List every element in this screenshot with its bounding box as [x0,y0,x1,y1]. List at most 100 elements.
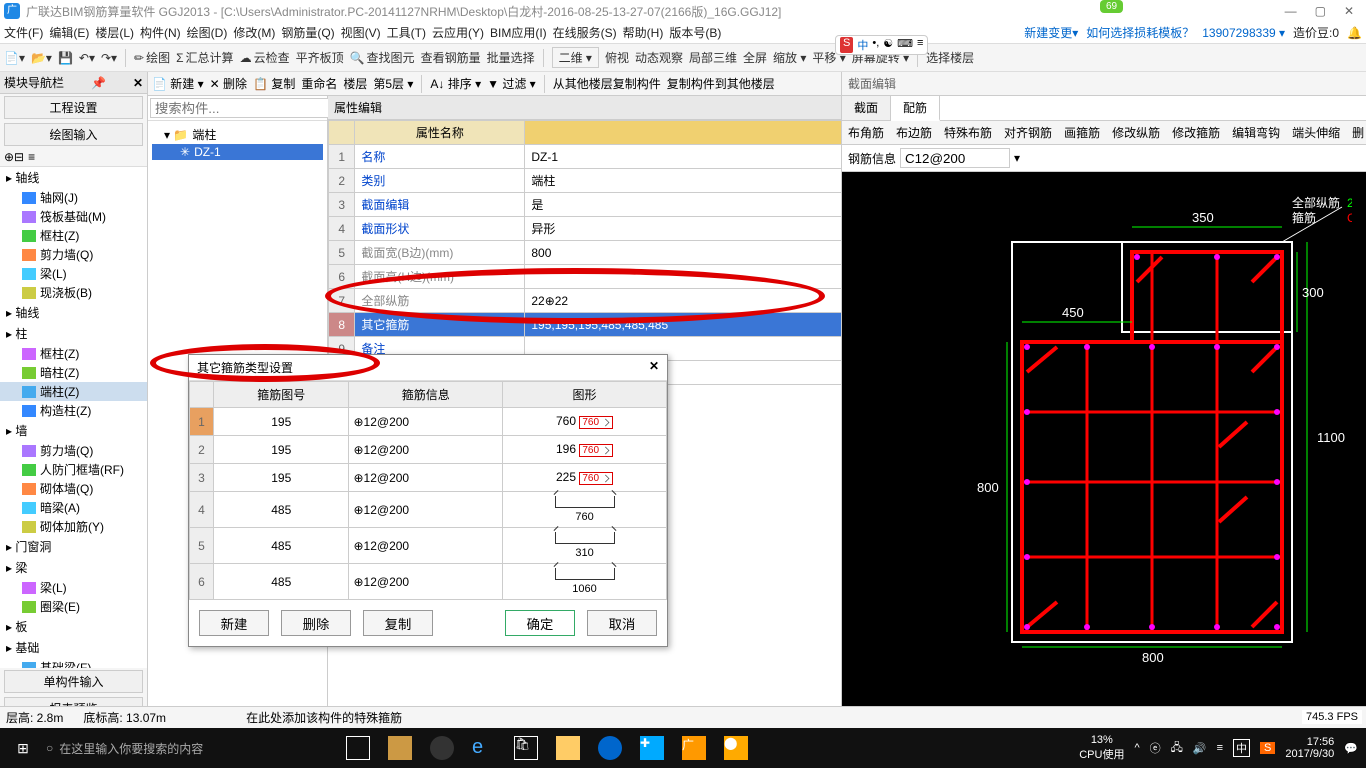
tray-ime-icon[interactable]: 中 [1233,739,1250,757]
open-icon[interactable]: 📂▾ [31,51,52,65]
batch-select-button[interactable]: 批量选择 [487,49,535,66]
new-change-button[interactable]: 新建变更▾ [1024,24,1078,41]
prop-row-name[interactable]: 名称 [355,145,525,169]
close-button[interactable]: ✕ [1344,4,1354,18]
section-canvas[interactable]: 350 300 450 800 1100 800 全部纵筋 箍筋 22⊕ C12… [842,172,1366,728]
tree-item[interactable]: 砌体加筋(Y) [0,517,147,536]
dialog-row-shape[interactable]: 225 760 [503,464,667,492]
section-toolbar-item[interactable]: 画箍筋 [1058,121,1106,144]
tree-group[interactable]: ▸ 轴线 [0,167,147,188]
tree2-root[interactable]: ▾ 📁 端柱 [152,125,323,144]
section-toolbar-item[interactable]: 布角筋 [842,121,890,144]
tray-e-icon[interactable]: ⓔ [1150,740,1161,756]
dialog-row-code[interactable]: 195 [214,464,349,492]
menu-draw[interactable]: 绘图(D) [187,24,228,41]
tree-item[interactable]: 剪力墙(Q) [0,245,147,264]
dialog-close-icon[interactable]: ✕ [649,359,659,376]
dialog-row-info[interactable]: ⊕12@200 [349,408,503,436]
sort-button[interactable]: A↓ 排序 ▾ [430,75,481,92]
dialog-row-info[interactable]: ⊕12@200 [349,464,503,492]
dialog-row-code[interactable]: 195 [214,436,349,464]
prop-row-name[interactable]: 截面编辑 [355,193,525,217]
start-button[interactable]: ⊞ [0,740,46,757]
tree-item[interactable]: 端柱(Z) [0,382,147,401]
tray-bat-icon[interactable]: ≡ [1217,742,1223,754]
nav-single-button[interactable]: 单构件输入 [4,670,143,693]
app5-icon[interactable]: 广 [682,736,706,760]
fullscreen-button[interactable]: 全屏 [743,49,767,66]
menu-cloud[interactable]: 云应用(Y) [432,24,484,41]
save-icon[interactable]: 💾 [58,51,73,65]
new-comp-button[interactable]: 📄 新建 ▾ [152,75,204,92]
menu-help[interactable]: 帮助(H) [623,24,664,41]
tree-item[interactable]: 现浇板(B) [0,283,147,302]
dialog-row-shape[interactable]: 310 [503,528,667,564]
menu-modify[interactable]: 修改(M) [233,24,275,41]
tree-item[interactable]: 框柱(Z) [0,226,147,245]
dynview-button[interactable]: 动态观察 [635,49,683,66]
tree-item[interactable]: 人防门框墙(RF) [0,460,147,479]
2d-dropdown[interactable]: 二维 ▾ [552,47,599,68]
dialog-cancel-button[interactable]: 取消 [587,610,657,636]
tray-s-icon[interactable]: S [1260,742,1275,754]
nav-close-icon[interactable]: ✕ [133,76,143,90]
tree-item[interactable]: 梁(L) [0,264,147,283]
topview-button[interactable]: 俯视 [605,49,629,66]
rebar-info-input[interactable] [900,148,1010,168]
tree-item[interactable]: 剪力墙(Q) [0,441,147,460]
tree-item[interactable]: 框柱(Z) [0,344,147,363]
dialog-delete-button[interactable]: 删除 [281,610,351,636]
menu-online[interactable]: 在线服务(S) [553,24,617,41]
menu-floor[interactable]: 楼层(L) [95,24,134,41]
notif-icon[interactable]: 💬 [1344,742,1358,755]
dialog-copy-button[interactable]: 复制 [363,610,433,636]
app4-icon[interactable]: ✚ [640,736,664,760]
menu-component[interactable]: 构件(N) [140,24,181,41]
tree-toggle-icon[interactable]: ⊕⊟ [4,150,24,164]
tree-group[interactable]: ▸ 基础 [0,637,147,658]
menu-bim[interactable]: BIM应用(I) [490,24,547,41]
dialog-row-code[interactable]: 485 [214,528,349,564]
tree-group[interactable]: ▸ 轴线 [0,302,147,323]
tree-item[interactable]: 梁(L) [0,578,147,597]
dialog-row-shape[interactable]: 196 760 [503,436,667,464]
tree-group[interactable]: ▸ 梁 [0,557,147,578]
taskbar-search[interactable]: 在这里输入你要搜索的内容 [59,740,203,757]
app6-icon[interactable]: ⬤ [724,736,748,760]
new-icon[interactable]: 📄▾ [4,51,25,65]
redo-icon[interactable]: ↷▾ [101,51,117,65]
sum-button[interactable]: Σ 汇总计算 [176,49,233,66]
copy-comp-button[interactable]: 📋 复制 [253,75,295,92]
select-floor-button[interactable]: 选择楼层 [926,49,974,66]
tray-vol-icon[interactable]: 🔊 [1193,742,1207,755]
menu-edit[interactable]: 编辑(E) [49,24,89,41]
explorer-icon[interactable] [556,736,580,760]
tree-group[interactable]: ▸ 墙 [0,420,147,441]
view-rebar-button[interactable]: 查看钢筋量 [421,49,481,66]
section-toolbar-item[interactable]: 编辑弯钩 [1226,121,1286,144]
rename-button[interactable]: 重命名 [301,75,337,92]
tree-item[interactable]: 基础梁(F) [0,658,147,668]
dialog-row-info[interactable]: ⊕12@200 [349,436,503,464]
dialog-row-info[interactable]: ⊕12@200 [349,528,503,564]
minimize-button[interactable]: — [1285,4,1297,18]
help-link[interactable]: 如何选择损耗模板？ [1086,24,1194,41]
section-toolbar-item[interactable]: 对齐钢筋 [998,121,1058,144]
tree-group[interactable]: ▸ 柱 [0,323,147,344]
tree-item[interactable]: 圈梁(E) [0,597,147,616]
taskview-icon[interactable] [346,736,370,760]
tree-group[interactable]: ▸ 门窗洞 [0,536,147,557]
dialog-row-shape[interactable]: 760 [503,492,667,528]
dialog-row-shape[interactable]: 760 760 [503,408,667,436]
section-toolbar-item[interactable]: 删 [1346,121,1366,144]
section-toolbar-item[interactable]: 布边筋 [890,121,938,144]
dialog-ok-button[interactable]: 确定 [505,610,575,636]
dialog-row-code[interactable]: 485 [214,492,349,528]
phone-label[interactable]: 13907298339 ▾ [1202,26,1285,40]
search-input[interactable] [150,98,337,118]
tray-net-icon[interactable]: 🖧 [1171,739,1183,758]
rebar-info-dropdown-icon[interactable]: ▾ [1014,151,1020,165]
tray-up-icon[interactable]: ^ [1134,742,1139,754]
prop-row-name[interactable]: 类别 [355,169,525,193]
tree-expand-icon[interactable]: ≡ [28,150,35,164]
